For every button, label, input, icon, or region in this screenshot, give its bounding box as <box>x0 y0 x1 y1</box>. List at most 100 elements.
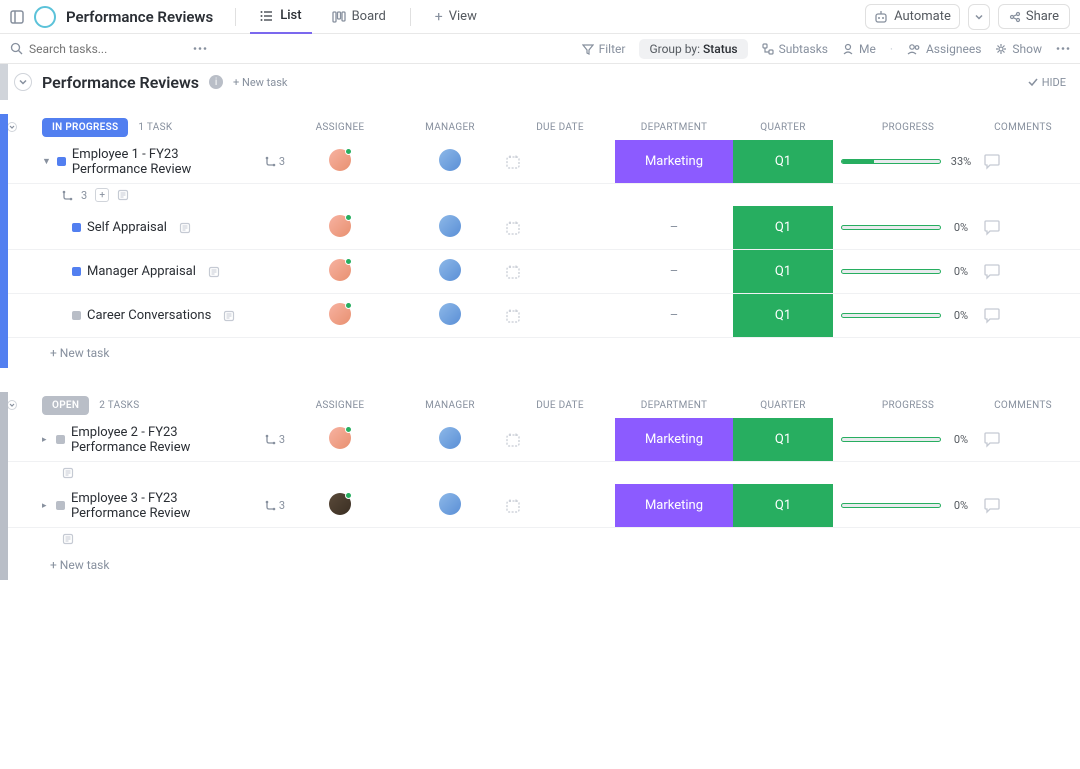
assignee-cell[interactable] <box>285 149 395 175</box>
manager-cell[interactable] <box>395 259 505 285</box>
note-icon[interactable] <box>223 310 235 322</box>
progress-cell[interactable]: 0% <box>833 221 983 234</box>
automate-button[interactable]: Automate <box>865 4 960 29</box>
expand-toggle[interactable]: ▼ <box>42 156 51 167</box>
status-square-icon[interactable] <box>57 157 66 166</box>
assignee-cell[interactable] <box>285 493 395 519</box>
manager-cell[interactable] <box>395 303 505 329</box>
avatar[interactable] <box>329 493 351 515</box>
comments-cell[interactable] <box>983 219 1063 237</box>
column-header[interactable]: DEPARTMENT <box>615 400 733 411</box>
quarter-cell[interactable]: Q1 <box>733 418 833 461</box>
column-header[interactable]: DEPARTMENT <box>615 122 733 133</box>
progress-cell[interactable]: 0% <box>833 265 983 278</box>
due-date-cell[interactable] <box>505 154 615 170</box>
quarter-cell[interactable]: Q1 <box>733 484 833 527</box>
comment-icon[interactable] <box>983 497 1001 515</box>
due-date-cell[interactable] <box>505 498 615 514</box>
status-square-icon[interactable] <box>72 267 81 276</box>
status-pill[interactable]: IN PROGRESS <box>42 118 128 137</box>
note-icon[interactable] <box>62 533 74 545</box>
avatar[interactable] <box>439 493 461 515</box>
quarter-cell[interactable]: Q1 <box>733 250 833 293</box>
due-date-cell[interactable] <box>505 264 615 280</box>
status-pill[interactable]: OPEN <box>42 396 89 415</box>
due-date-cell[interactable] <box>505 308 615 324</box>
manager-cell[interactable] <box>395 215 505 241</box>
column-header[interactable]: QUARTER <box>733 122 833 133</box>
search-input[interactable] <box>29 42 119 56</box>
comments-cell[interactable] <box>983 153 1063 171</box>
assignees-button[interactable]: Assignees <box>907 42 981 56</box>
manager-cell[interactable] <box>395 427 505 453</box>
status-square-icon[interactable] <box>72 311 81 320</box>
column-header[interactable]: MANAGER <box>395 400 505 411</box>
manager-cell[interactable] <box>395 149 505 175</box>
due-date-cell[interactable] <box>505 220 615 236</box>
add-subtask-button[interactable]: + <box>95 188 109 202</box>
more-icon[interactable] <box>193 47 207 50</box>
task-row[interactable]: ▸ Employee 2 - FY23 Performance Review 3… <box>0 418 1080 462</box>
column-header[interactable]: ASSIGNEE <box>285 122 395 133</box>
department-cell[interactable]: – <box>615 206 733 249</box>
task-row[interactable]: ▸ Employee 3 - FY23 Performance Review 3… <box>0 484 1080 528</box>
comment-icon[interactable] <box>983 307 1001 325</box>
tab-board[interactable]: Board <box>322 0 396 34</box>
assignee-cell[interactable] <box>285 259 395 285</box>
note-icon[interactable] <box>208 266 220 278</box>
add-view-button[interactable]: + View <box>425 0 487 34</box>
new-task-button[interactable]: + New task <box>0 338 1080 368</box>
more-icon[interactable] <box>1056 47 1070 50</box>
chevron-down-icon[interactable] <box>7 400 17 410</box>
comments-cell[interactable] <box>983 263 1063 281</box>
department-cell[interactable]: – <box>615 294 733 337</box>
progress-cell[interactable]: 33% <box>833 155 983 168</box>
comments-cell[interactable] <box>983 307 1063 325</box>
avatar[interactable] <box>439 427 461 449</box>
hide-button[interactable]: HIDE <box>1028 76 1066 89</box>
chevron-down-icon[interactable] <box>7 122 17 132</box>
dock-toggle-icon[interactable] <box>10 10 24 24</box>
manager-cell[interactable] <box>395 493 505 519</box>
column-header[interactable]: PROGRESS <box>833 400 983 411</box>
department-cell[interactable]: Marketing <box>615 418 733 461</box>
calendar-icon[interactable] <box>505 498 521 514</box>
comment-icon[interactable] <box>983 153 1001 171</box>
collapse-section-button[interactable] <box>14 73 32 91</box>
quarter-cell[interactable]: Q1 <box>733 206 833 249</box>
department-cell[interactable]: Marketing <box>615 484 733 527</box>
calendar-icon[interactable] <box>505 220 521 236</box>
status-square-icon[interactable] <box>56 501 65 510</box>
calendar-icon[interactable] <box>505 308 521 324</box>
column-header[interactable]: COMMENTS <box>983 122 1063 133</box>
comment-icon[interactable] <box>983 263 1001 281</box>
task-row[interactable]: Manager Appraisal – Q1 0% <box>0 250 1080 294</box>
show-button[interactable]: Show <box>995 42 1042 56</box>
column-header[interactable]: MANAGER <box>395 122 505 133</box>
avatar[interactable] <box>439 303 461 325</box>
assignee-cell[interactable] <box>285 303 395 329</box>
new-task-button[interactable]: + New task <box>0 550 1080 580</box>
task-row[interactable]: Self Appraisal – Q1 0% <box>0 206 1080 250</box>
column-header[interactable]: QUARTER <box>733 400 833 411</box>
info-icon[interactable]: i <box>209 75 223 89</box>
calendar-icon[interactable] <box>505 154 521 170</box>
tab-list[interactable]: List <box>250 0 311 34</box>
progress-cell[interactable]: 0% <box>833 499 983 512</box>
comment-icon[interactable] <box>983 431 1001 449</box>
share-button[interactable]: Share <box>998 4 1070 29</box>
task-row[interactable]: Career Conversations – Q1 0% <box>0 294 1080 338</box>
avatar[interactable] <box>329 303 351 325</box>
comment-icon[interactable] <box>983 219 1001 237</box>
status-square-icon[interactable] <box>72 223 81 232</box>
status-square-icon[interactable] <box>56 435 65 444</box>
avatar[interactable] <box>329 259 351 281</box>
avatar[interactable] <box>439 149 461 171</box>
progress-cell[interactable]: 0% <box>833 309 983 322</box>
column-header[interactable]: DUE DATE <box>505 122 615 133</box>
note-icon[interactable] <box>179 222 191 234</box>
avatar[interactable] <box>329 215 351 237</box>
automate-dropdown-button[interactable] <box>968 4 990 30</box>
filter-button[interactable]: Filter <box>582 42 626 56</box>
column-header[interactable]: DUE DATE <box>505 400 615 411</box>
